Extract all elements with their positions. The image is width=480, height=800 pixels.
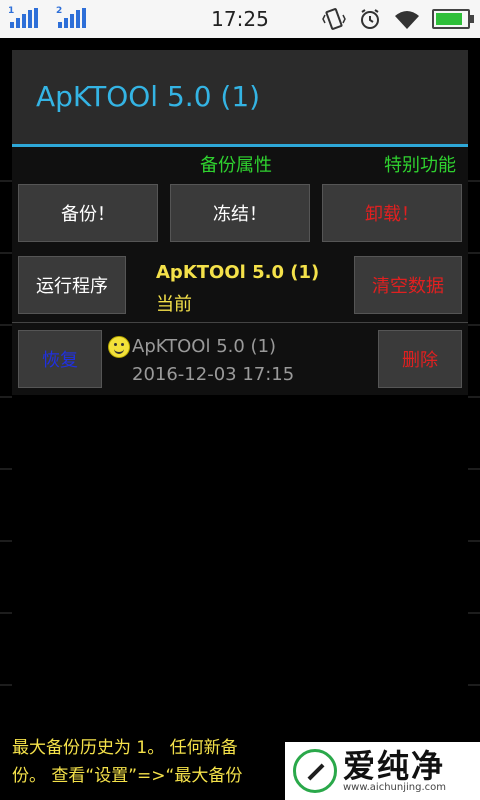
sim1-label: 1 (8, 6, 15, 16)
freeze-button[interactable]: 冻结！ (170, 184, 310, 242)
app-detail-dialog: ApKTOOl 5.0 (1) 备份属性 特别功能 备份！ 冻结！ 卸载！ 运行… (12, 50, 468, 395)
history-app-name: ApKTOOl 5.0 (1) (132, 336, 277, 357)
signal-sim2-icon: 2 (56, 6, 86, 28)
watermark-logo-icon (293, 749, 337, 793)
wifi-icon (395, 11, 419, 29)
tab-special-functions[interactable]: 特别功能 (384, 151, 456, 177)
sim2-label: 2 (56, 6, 63, 16)
background-list-edge-right (468, 110, 480, 730)
dialog-title: ApKTOOl 5.0 (1) (36, 80, 261, 113)
battery-icon (432, 9, 474, 29)
tab-backup-properties[interactable]: 备份属性 (200, 151, 272, 177)
dialog-title-bar: ApKTOOl 5.0 (1) (12, 50, 468, 147)
alarm-icon (361, 9, 379, 29)
watermark: 爱纯净 www.aichunjing.com (285, 742, 480, 800)
background-list-edge-left (0, 110, 12, 730)
clear-data-button[interactable]: 清空数据 (354, 256, 462, 314)
status-bar: 1 2 17:25 (0, 0, 480, 38)
watermark-brand: 爱纯净 (343, 746, 446, 785)
restore-button[interactable]: 恢复 (18, 330, 102, 388)
uninstall-button[interactable]: 卸载！ (322, 184, 462, 242)
status-icons (322, 7, 474, 31)
smiley-icon (108, 336, 130, 358)
run-app-button[interactable]: 运行程序 (18, 256, 126, 314)
history-date: 2016-12-03 17:15 (132, 364, 295, 385)
current-app-name: ApKTOOl 5.0 (1) (156, 262, 320, 283)
dialog-tabs: 备份属性 特别功能 (12, 147, 468, 180)
watermark-url: www.aichunjing.com (343, 781, 446, 793)
divider (12, 322, 468, 323)
current-app-label: 当前 (156, 294, 192, 315)
delete-backup-button[interactable]: 删除 (378, 330, 462, 388)
status-time: 17:25 (211, 7, 269, 31)
vibrate-icon (322, 8, 346, 30)
watermark-text: 爱纯净 www.aichunjing.com (343, 750, 446, 793)
signal-sim1-icon: 1 (8, 6, 38, 28)
backup-button[interactable]: 备份！ (18, 184, 158, 242)
signal-group: 1 2 (8, 6, 86, 28)
